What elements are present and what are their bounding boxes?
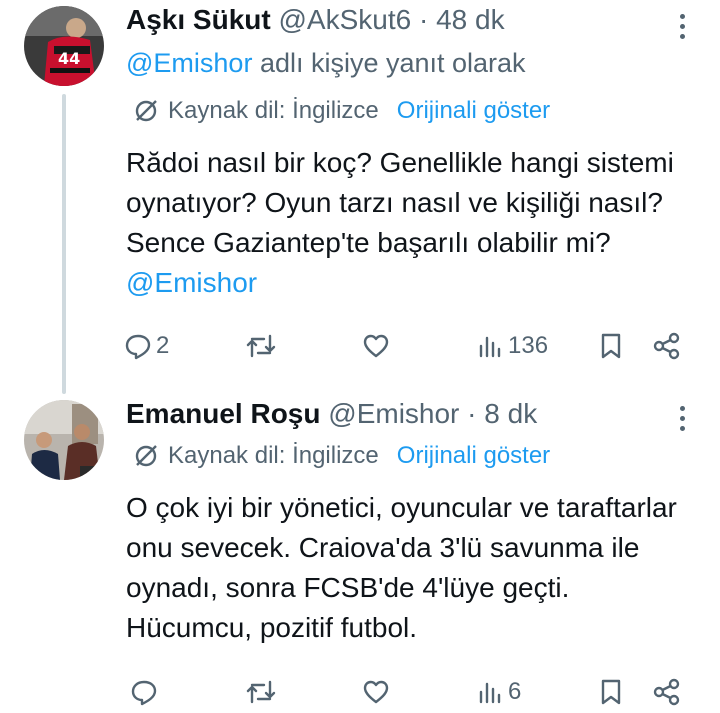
view-count: 6 bbox=[508, 678, 522, 705]
source-language: Kaynak dil: İngilizce bbox=[168, 97, 379, 124]
share-icon bbox=[652, 332, 682, 360]
timestamp[interactable]: 48 dk bbox=[436, 4, 505, 35]
bookmark-icon bbox=[598, 332, 624, 360]
tweet-text-content: O çok iyi bir yönetici, oyuncular ve tar… bbox=[126, 492, 677, 643]
translate-icon bbox=[132, 442, 160, 470]
svg-text:44: 44 bbox=[58, 49, 80, 68]
show-original-link[interactable]: Orijinali göster bbox=[397, 97, 550, 125]
like-button[interactable] bbox=[362, 326, 394, 366]
reply-count: 2 bbox=[156, 332, 170, 359]
tweet-1[interactable]: 44 Aşkı Sükut @AkSkut6 · 48 dk @Emishor … bbox=[0, 0, 720, 394]
repost-icon bbox=[246, 332, 276, 360]
heart-icon bbox=[362, 332, 390, 360]
views-button[interactable]: 136 bbox=[478, 326, 548, 366]
source-language: Kaynak dil: İngilizce bbox=[168, 442, 379, 469]
translate-icon bbox=[132, 97, 160, 125]
bookmark-button[interactable] bbox=[598, 326, 624, 366]
like-button[interactable] bbox=[362, 672, 394, 712]
tweet-header: Emanuel Roşu @Emishor · 8 dk bbox=[126, 398, 537, 430]
avatar[interactable]: 44 bbox=[24, 6, 104, 86]
view-count: 136 bbox=[508, 332, 549, 359]
repost-button[interactable] bbox=[246, 326, 280, 366]
replying-mention-link[interactable]: @Emishor bbox=[126, 48, 252, 78]
tweet-header: Aşkı Sükut @AkSkut6 · 48 dk bbox=[126, 4, 505, 36]
separator: · bbox=[418, 4, 429, 35]
replying-suffix: adlı kişiye yanıt olarak bbox=[252, 48, 526, 78]
bookmark-button[interactable] bbox=[598, 672, 624, 712]
views-button[interactable]: 6 bbox=[478, 672, 521, 712]
repost-button[interactable] bbox=[246, 672, 280, 712]
share-button[interactable] bbox=[652, 672, 682, 712]
tweet-text-content: Rădoi nasıl bir koç? Genellikle hangi si… bbox=[126, 147, 674, 258]
reply-button[interactable]: 2 bbox=[124, 326, 169, 366]
tweet-text: O çok iyi bir yönetici, oyuncular ve tar… bbox=[126, 488, 696, 648]
show-original-link[interactable]: Orijinali göster bbox=[397, 442, 550, 470]
more-options-icon[interactable] bbox=[678, 14, 686, 39]
repost-icon bbox=[246, 678, 276, 706]
translation-notice: Kaynak dil: İngilizce Orijinali göster bbox=[132, 442, 550, 470]
tweet-text: Rădoi nasıl bir koç? Genellikle hangi si… bbox=[126, 143, 696, 303]
share-icon bbox=[652, 678, 682, 706]
bookmark-icon bbox=[598, 678, 624, 706]
author-handle[interactable]: @Emishor bbox=[328, 398, 459, 429]
reply-button[interactable] bbox=[130, 672, 162, 712]
author-handle[interactable]: @AkSkut6 bbox=[278, 4, 411, 35]
action-bar: 6 bbox=[0, 672, 720, 712]
timestamp[interactable]: 8 dk bbox=[484, 398, 537, 429]
reply-icon bbox=[124, 332, 152, 360]
views-icon bbox=[478, 332, 504, 360]
author-name[interactable]: Emanuel Roşu bbox=[126, 398, 320, 429]
heart-icon bbox=[362, 678, 390, 706]
views-icon bbox=[478, 678, 504, 706]
author-name[interactable]: Aşkı Sükut bbox=[126, 4, 271, 35]
mention-link[interactable]: @Emishor bbox=[126, 267, 257, 298]
replying-to: @Emishor adlı kişiye yanıt olarak bbox=[126, 48, 526, 79]
share-button[interactable] bbox=[652, 326, 682, 366]
reply-icon bbox=[130, 678, 158, 706]
more-options-icon[interactable] bbox=[678, 406, 686, 431]
translation-notice: Kaynak dil: İngilizce Orijinali göster bbox=[132, 97, 550, 125]
avatar[interactable] bbox=[24, 400, 104, 480]
action-bar: 2 136 bbox=[0, 326, 720, 366]
separator: · bbox=[467, 398, 477, 429]
tweet-2[interactable]: Emanuel Roşu @Emishor · 8 dk Kaynak dil:… bbox=[0, 390, 720, 713]
